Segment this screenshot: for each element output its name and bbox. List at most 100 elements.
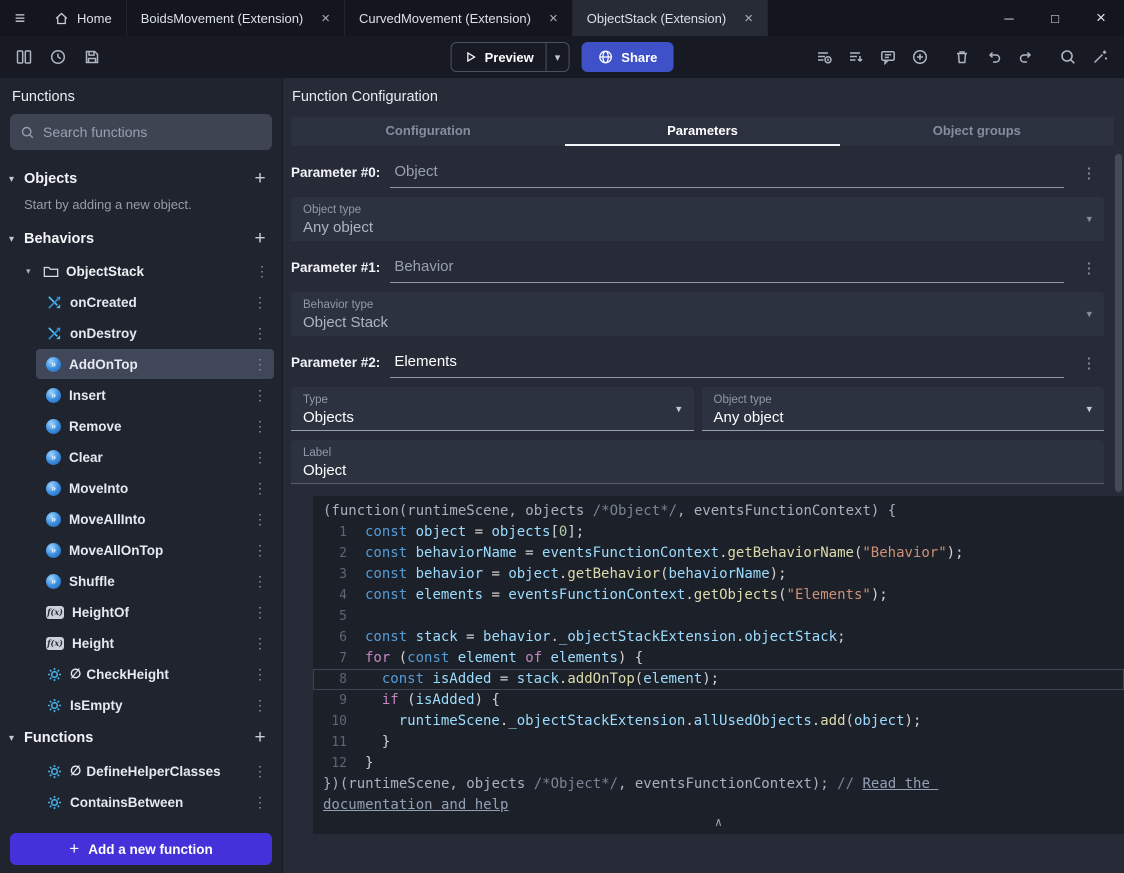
item-menu-icon[interactable]: ⋮ [250,666,270,683]
code-line[interactable]: 2 const behaviorName = eventsFunctionCont… [313,543,1124,564]
share-button[interactable]: Share [581,42,674,72]
add-circle-icon[interactable] [906,43,934,71]
function-item-oncreated[interactable]: onCreated ⋮ [36,287,274,317]
tab-home[interactable]: Home [40,0,127,36]
function-item-height[interactable]: f(x) Height ⋮ [36,628,274,658]
theme-wand-icon[interactable] [1086,43,1114,71]
item-menu-icon[interactable]: ⋮ [250,573,270,590]
type-dropdown[interactable]: Type Objects ▾ [291,387,694,431]
item-menu-icon[interactable]: ⋮ [250,794,270,811]
behavior-type-dropdown[interactable]: Behavior type Object Stack ▾ [291,292,1104,336]
parameter-menu-icon[interactable]: ⋮ [1074,354,1104,378]
item-menu-icon[interactable]: ⋮ [250,356,270,373]
parameter-menu-icon[interactable]: ⋮ [1074,164,1104,188]
code-line[interactable]: 9 if (isAdded) { [313,690,1124,711]
scrollbar-thumb[interactable] [1115,154,1122,492]
search-icon[interactable] [1054,43,1082,71]
code-editor[interactable]: (function(runtimeScene, objects /*Object… [313,496,1124,834]
maximize-button[interactable]: □ [1032,0,1078,36]
code-line[interactable]: 3 const behavior = object.getBehavior(beh… [313,564,1124,585]
save-icon[interactable] [78,43,106,71]
item-menu-icon[interactable]: ⋮ [250,449,270,466]
code-line[interactable]: 1 const object = objects[0]; [313,522,1124,543]
parameter-menu-icon[interactable]: ⋮ [1074,259,1104,283]
tab-parameters[interactable]: Parameters [565,117,840,146]
tab-curvedmovement-extension-[interactable]: CurvedMovement (Extension) × [345,0,573,36]
function-item-definehelperclasses[interactable]: ∅ DefineHelperClasses ⋮ [36,756,274,786]
undo-icon[interactable] [980,43,1008,71]
code-line[interactable]: 4 const elements = eventsFunctionContext.… [313,585,1124,606]
tab-object-groups[interactable]: Object groups [840,117,1114,146]
parameter-name-input[interactable]: Behavior [390,256,1064,283]
function-item-containsbetween[interactable]: ContainsBetween ⋮ [36,787,274,817]
preview-button[interactable]: Preview ▾ [450,42,570,72]
label-input[interactable]: Label Object [291,440,1104,484]
function-item-checkheight[interactable]: ∅ CheckHeight ⋮ [36,659,274,689]
add-functions-icon[interactable]: + [248,727,272,749]
function-item-clear[interactable]: Clear ⋮ [36,442,274,472]
item-menu-icon[interactable]: ⋮ [250,635,270,652]
tab-boidsmovement-extension-[interactable]: BoidsMovement (Extension) × [127,0,346,36]
item-menu-icon[interactable]: ⋮ [250,325,270,342]
add-objects-icon[interactable]: + [248,168,272,190]
parameter-name-input[interactable]: Object [390,161,1064,188]
function-item-moveinto[interactable]: MoveInto ⋮ [36,473,274,503]
add-behaviors-icon[interactable]: + [248,228,272,250]
function-item-moveallinto[interactable]: MoveAllInto ⋮ [36,504,274,534]
behavior-folder-objectstack[interactable]: ▾ ObjectStack ⋮ [0,256,282,286]
code-line[interactable]: 12} [313,753,1124,774]
function-item-isempty[interactable]: IsEmpty ⋮ [36,690,274,720]
section-header-behaviors[interactable]: ▾ Behaviors + [0,222,282,256]
item-menu-icon[interactable]: ⋮ [250,542,270,559]
scrollbar-track[interactable] [1115,150,1122,869]
code-line[interactable]: 11 } [313,732,1124,753]
search-functions-box[interactable] [10,114,272,150]
tab-close-icon[interactable]: × [549,11,558,26]
feedback-icon[interactable] [874,43,902,71]
parameter-name-input[interactable]: Elements [390,351,1064,378]
function-item-shuffle[interactable]: Shuffle ⋮ [36,566,274,596]
object-type-dropdown[interactable]: Object type Any object ▾ [291,197,1104,241]
code-line[interactable]: 10 runtimeScene._objectStackExtension.al… [313,711,1124,732]
section-header-functions[interactable]: ▾ Functions + [0,721,282,755]
tab-close-icon[interactable]: × [321,11,330,26]
function-item-heightof[interactable]: f(x) HeightOf ⋮ [36,597,274,627]
item-menu-icon[interactable]: ⋮ [250,763,270,780]
function-item-ondestroy[interactable]: onDestroy ⋮ [36,318,274,348]
tab-objectstack-extension-[interactable]: ObjectStack (Extension) × [572,0,768,36]
code-line[interactable]: 7 for (const element of elements) { [313,648,1124,669]
debugger-icon[interactable] [810,43,838,71]
item-menu-icon[interactable]: ⋮ [250,418,270,435]
tab-close-icon[interactable]: × [744,11,753,26]
close-button[interactable]: × [1078,0,1124,36]
item-menu-icon[interactable]: ⋮ [250,697,270,714]
code-line[interactable]: 5 [313,606,1124,627]
function-item-remove[interactable]: Remove ⋮ [36,411,274,441]
tab-configuration[interactable]: Configuration [291,117,565,146]
code-line[interactable]: 8 const isAdded = stack.addOnTop(element… [313,669,1124,690]
add-new-function-button[interactable]: + Add a new function [10,833,272,865]
collapse-editor-icon[interactable]: ∧ [313,816,1124,832]
main-menu-icon[interactable]: ≡ [0,0,40,36]
section-header-objects[interactable]: ▾ Objects + [0,162,282,196]
function-item-moveallontop[interactable]: MoveAllOnTop ⋮ [36,535,274,565]
function-item-addontop[interactable]: AddOnTop ⋮ [36,349,274,379]
item-menu-icon[interactable]: ⋮ [252,263,272,280]
object-type-dropdown[interactable]: Object type Any object ▾ [701,387,1104,431]
minimize-button[interactable]: ─ [986,0,1032,36]
function-item-insert[interactable]: Insert ⋮ [36,380,274,410]
search-functions-input[interactable] [43,124,262,140]
item-menu-icon[interactable]: ⋮ [250,294,270,311]
preview-options-chevron-icon[interactable]: ▾ [545,43,569,71]
trash-icon[interactable] [948,43,976,71]
redo-icon[interactable] [1012,43,1040,71]
layout-columns-icon[interactable] [10,43,38,71]
item-menu-icon[interactable]: ⋮ [250,387,270,404]
item-menu-icon[interactable]: ⋮ [250,480,270,497]
code-line[interactable]: 6 const stack = behavior._objectStackExte… [313,627,1124,648]
item-menu-icon[interactable]: ⋮ [250,604,270,621]
network-preview-icon[interactable] [842,43,870,71]
preview-main[interactable]: Preview [452,50,546,65]
item-menu-icon[interactable]: ⋮ [250,511,270,528]
history-clock-icon[interactable] [44,43,72,71]
